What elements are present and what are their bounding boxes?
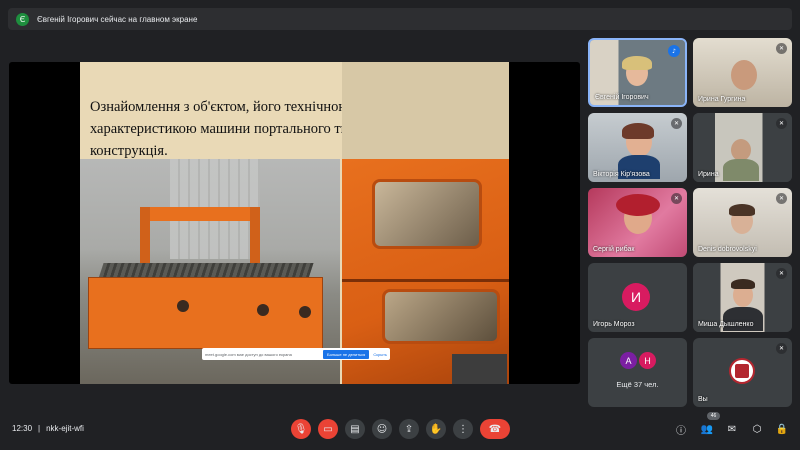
mic-muted-icon: ✕: [776, 193, 787, 204]
activities-icon: ⬡: [752, 423, 762, 435]
participant-name: Сергій рибак: [593, 246, 635, 253]
mic-off-icon: 🎙: [294, 423, 308, 435]
stop-sharing-button[interactable]: Больше не делиться: [322, 349, 370, 359]
mic-muted-icon: ✕: [671, 118, 682, 129]
present-icon: ⇪: [404, 423, 414, 435]
emoji-icon: ☺: [376, 423, 388, 435]
participant-avatar: И: [622, 283, 650, 311]
screen-share-notice: meet.google.com мае доступ до вашого екр…: [202, 348, 390, 360]
hand-icon: ✋: [429, 423, 443, 435]
leave-call-button[interactable]: ☎: [480, 419, 510, 439]
speaking-indicator-icon: ♪: [668, 45, 680, 57]
mic-muted-icon: ✕: [671, 193, 682, 204]
mic-toggle-button[interactable]: 🎙: [291, 419, 311, 439]
more-avatars: А Н: [620, 352, 656, 369]
chat-icon: ✉: [727, 423, 737, 435]
meeting-info: 12:30 | nkk-ejit-wfi: [12, 424, 84, 433]
presenter-avatar: Є: [16, 12, 29, 26]
meeting-details-button[interactable]: ⓘ: [673, 421, 689, 437]
participant-name: Вікторія Кір'язова: [593, 171, 650, 178]
slide-background-area: [342, 62, 509, 159]
participant-name: Ирина Гургина: [698, 96, 746, 103]
hangup-icon: ☎: [488, 423, 502, 435]
mic-muted-icon: ✕: [776, 43, 787, 54]
participant-avatar: А: [620, 352, 637, 369]
present-button[interactable]: ⇪: [399, 419, 419, 439]
meeting-code: nkk-ejit-wfi: [46, 424, 84, 433]
participant-tile[interactable]: ✕ Ирина Гургина: [693, 38, 792, 107]
presenting-banner: Є Євгеній Ігорович сейчас на главном экр…: [8, 8, 792, 30]
participant-tile[interactable]: ✕ Сергій рибак: [588, 188, 687, 257]
more-options-button[interactable]: ⋮: [453, 419, 473, 439]
participant-name: Вы: [698, 396, 708, 403]
presenting-text: Євгеній Ігорович сейчас на главном экран…: [37, 14, 198, 24]
participant-tile[interactable]: ✕ Вікторія Кір'язова: [588, 113, 687, 182]
presentation-stage[interactable]: Ознайомлення з об'єктом, його технічною …: [9, 62, 580, 384]
mic-muted-icon: ✕: [776, 343, 787, 354]
mic-muted-icon: ✕: [776, 118, 787, 129]
participant-count-badge: 46: [707, 412, 720, 420]
participant-tile[interactable]: ✕ Denis dobrovolskyi: [693, 188, 792, 257]
slide: Ознайомлення з об'єктом, його технічною …: [80, 62, 509, 384]
lock-person-icon: 🔒: [775, 423, 789, 435]
participant-name: Denis dobrovolskyi: [698, 246, 757, 253]
captions-icon: ▤: [350, 423, 360, 435]
clock: 12:30: [12, 424, 33, 433]
mic-muted-icon: ✕: [776, 268, 787, 279]
self-emblem-icon: [729, 358, 755, 384]
activities-button[interactable]: ⬡: [749, 421, 765, 437]
info-separator: |: [38, 424, 41, 433]
raise-hand-button[interactable]: ✋: [426, 419, 446, 439]
more-participants-tile[interactable]: А Н Ещё 37 чел.: [588, 338, 687, 407]
info-icon: ⓘ: [676, 425, 686, 437]
self-tile[interactable]: ✕ Вы: [693, 338, 792, 407]
host-controls-button[interactable]: 🔒: [774, 421, 790, 437]
participant-name: Ирина: [698, 171, 719, 178]
participant-tile[interactable]: ✕ Миша Дышленко: [693, 263, 792, 332]
participant-tile[interactable]: ✕ Ирина: [693, 113, 792, 182]
camera-off-icon: ▭: [323, 423, 333, 435]
people-icon: 👥: [700, 423, 714, 435]
camera-toggle-button[interactable]: ▭: [318, 419, 338, 439]
more-vert-icon: ⋮: [458, 423, 468, 435]
participant-avatar: Н: [639, 352, 656, 369]
people-button[interactable]: 👥: [699, 421, 715, 437]
chat-button[interactable]: ✉: [724, 421, 740, 437]
more-participants-label: Ещё 37 чел.: [616, 380, 659, 389]
meet-window: Є Євгеній Ігорович сейчас на главном экр…: [0, 0, 800, 450]
participant-name: Игорь Мороз: [593, 321, 635, 328]
participant-name: Миша Дышленко: [698, 321, 754, 328]
share-info-text: meet.google.com мае доступ до вашого екр…: [205, 351, 292, 357]
hide-notice-button[interactable]: Скрыть: [373, 352, 387, 357]
captions-button[interactable]: ▤: [345, 419, 365, 439]
participant-name: Євгеній Ігорович: [595, 94, 649, 101]
participant-tile[interactable]: ♪ Євгеній Ігорович: [588, 38, 687, 107]
participant-tile[interactable]: И Игорь Мороз: [588, 263, 687, 332]
reactions-button[interactable]: ☺: [372, 419, 392, 439]
